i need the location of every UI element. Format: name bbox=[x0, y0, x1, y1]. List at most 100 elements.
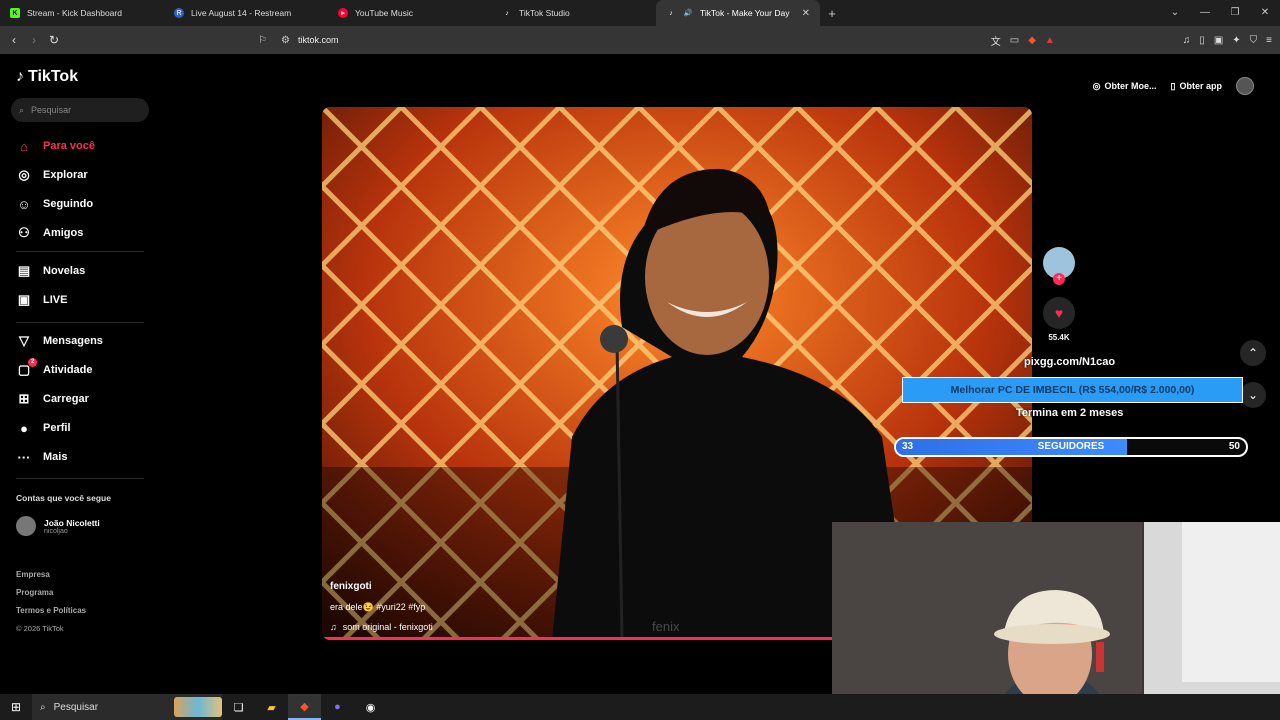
task-view-icon[interactable]: ❏ bbox=[222, 694, 255, 720]
compass-icon: ◎ bbox=[18, 167, 30, 182]
sidebar-item-label: Mensagens bbox=[43, 335, 103, 347]
following-user[interactable]: João Nicoletti nicoljao bbox=[16, 516, 100, 536]
translate-icon[interactable]: 文 bbox=[991, 33, 1001, 48]
footer-link[interactable]: Programa bbox=[16, 584, 86, 602]
video-actions: + ♥ 55.4K bbox=[1043, 247, 1075, 342]
next-video-icon[interactable]: ⌄ bbox=[1240, 382, 1266, 408]
screen-icon[interactable]: ▭ bbox=[1010, 35, 1019, 46]
reload-icon[interactable]: ↻ bbox=[44, 33, 64, 47]
vpn-icon[interactable]: ⛉ bbox=[1250, 35, 1258, 46]
sidebar-icon[interactable]: ▯ bbox=[1199, 35, 1205, 46]
brave-browser-icon[interactable]: ◆ bbox=[288, 694, 321, 720]
search-placeholder: Pesquisar bbox=[31, 105, 72, 115]
taskbar-search[interactable]: ⌕ Pesquisar bbox=[32, 694, 222, 720]
sidebar-item-label: Seguindo bbox=[43, 198, 94, 210]
back-icon[interactable]: ‹ bbox=[4, 33, 24, 47]
new-tab-icon[interactable]: + bbox=[820, 6, 844, 21]
close-window-icon[interactable]: ✕ bbox=[1250, 0, 1280, 26]
minimize-icon[interactable]: — bbox=[1190, 0, 1220, 26]
video-progress-fill bbox=[322, 637, 834, 640]
forward-icon[interactable]: › bbox=[24, 33, 44, 47]
get-coins-label: Obter Moe... bbox=[1104, 81, 1157, 91]
logo-text: TikTok bbox=[28, 68, 79, 85]
windows-taskbar: ⊞ ⌕ Pesquisar ❏ ▰ ◆ ● ◉ bbox=[0, 694, 1280, 720]
phone-icon: ▯ bbox=[1170, 80, 1176, 91]
creator-avatar[interactable]: + bbox=[1043, 247, 1075, 285]
sidebar-item-label: Novelas bbox=[43, 265, 86, 277]
browser-tab[interactable]: R Live August 14 - Restream bbox=[164, 0, 328, 26]
footer-links: Empresa Programa Termos e Políticas © 20… bbox=[16, 566, 86, 638]
video-author[interactable]: fenixgoti bbox=[330, 581, 372, 592]
overlay-follower-target: 50 bbox=[1228, 441, 1240, 452]
search-highlight-image bbox=[174, 697, 222, 717]
copyright: © 2026 TikTok bbox=[16, 624, 64, 633]
chat-app-icon[interactable]: ● bbox=[321, 694, 354, 720]
friends-icon: ⚇ bbox=[18, 225, 30, 240]
search-icon: ⌕ bbox=[19, 104, 25, 115]
browser-toolbar: 文 ▭ ◆ ▲ ♫ ▯ ▣ ✦ ⛉ ≡ bbox=[991, 30, 1272, 50]
sidebar-item-mensagens[interactable]: ▽ Mensagens bbox=[16, 331, 146, 351]
sidebar-item-label: Perfil bbox=[43, 422, 71, 434]
sidebar-item-label: Amigos bbox=[43, 227, 84, 239]
browser-tab-active[interactable]: ♪ 🔊 TikTok - Make Your Day ✕ bbox=[656, 0, 820, 26]
browser-tab[interactable]: K Stream - Kick Dashboard bbox=[0, 0, 164, 26]
leo-icon[interactable]: ✦ bbox=[1232, 35, 1240, 46]
menu-icon[interactable]: ≡ bbox=[1266, 35, 1272, 46]
site-info-icon[interactable]: ⚙ bbox=[281, 35, 290, 46]
speaker-icon[interactable]: 🔊 bbox=[683, 8, 693, 18]
wallet-icon[interactable]: ▣ bbox=[1214, 35, 1223, 46]
obs-icon[interactable]: ◉ bbox=[354, 694, 387, 720]
search-input[interactable]: ⌕ Pesquisar bbox=[11, 98, 149, 122]
video-watermark: fenix bbox=[652, 619, 680, 634]
tiktok-logo[interactable]: ♪ TikTok bbox=[16, 68, 78, 86]
sidebar-item-novelas[interactable]: ▤ Novelas bbox=[16, 261, 146, 281]
sidebar-item-live[interactable]: ▣ LIVE bbox=[16, 290, 146, 310]
screen: K Stream - Kick Dashboard R Live August … bbox=[0, 0, 1280, 720]
home-icon: ⌂ bbox=[20, 138, 28, 154]
profile-avatar[interactable] bbox=[1236, 77, 1254, 95]
sidebar-item-perfil[interactable]: ● Perfil bbox=[16, 418, 146, 438]
url-text: tiktok.com bbox=[297, 35, 339, 45]
get-coins-button[interactable]: ◎ Obter Moe... bbox=[1093, 81, 1157, 92]
tab-title: YouTube Music bbox=[355, 8, 413, 18]
address-bar: ‹ › ↻ ⚐ ⚙ tiktok.com 文 ▭ ◆ ▲ ♫ ▯ ▣ ✦ ⛉ ≡ bbox=[0, 26, 1280, 54]
restore-icon[interactable]: ❐ bbox=[1220, 0, 1250, 26]
close-tab-icon[interactable]: ✕ bbox=[802, 8, 810, 19]
file-explorer-icon[interactable]: ▰ bbox=[255, 694, 288, 720]
windows-start-icon[interactable]: ⊞ bbox=[0, 700, 32, 714]
browser-tab[interactable]: ▸ YouTube Music bbox=[328, 0, 492, 26]
overlay-donation-goal: Melhorar PC DE IMBECIL (R$ 554,00/R$ 2.0… bbox=[902, 377, 1243, 403]
sidebar-item-seguindo[interactable]: ☺ Seguindo bbox=[16, 194, 146, 214]
user-icon: ☺ bbox=[17, 196, 31, 212]
get-app-button[interactable]: ▯ Obter app bbox=[1171, 81, 1222, 92]
following-user-handle: nicoljao bbox=[44, 527, 68, 535]
divider bbox=[16, 478, 144, 479]
upload-icon: ⊞ bbox=[18, 391, 30, 406]
music-icon[interactable]: ♫ bbox=[1183, 35, 1191, 46]
sidebar-item-para-voce[interactable]: ⌂ Para você bbox=[16, 136, 146, 156]
tab-search-icon[interactable]: ⌄ bbox=[1160, 0, 1190, 26]
sidebar-item-mais[interactable]: ··· Mais bbox=[16, 447, 146, 467]
sidebar-item-atividade[interactable]: ▢ 2 Atividade bbox=[16, 358, 146, 380]
sidebar-item-explorar[interactable]: ◎ Explorar bbox=[16, 165, 146, 185]
video-sound[interactable]: ♫ som original - fenixgoti bbox=[330, 622, 433, 632]
like-heart-icon[interactable]: ♥ bbox=[1043, 297, 1075, 329]
footer-link[interactable]: Termos e Políticas bbox=[16, 602, 86, 620]
follow-plus-icon[interactable]: + bbox=[1053, 273, 1065, 285]
avatar bbox=[16, 516, 36, 536]
sidebar-item-label: Explorar bbox=[43, 169, 88, 181]
browser-tab[interactable]: ♪ TikTok Studio bbox=[492, 0, 656, 26]
url-field[interactable]: ⚐ ⚙ tiktok.com bbox=[258, 30, 998, 50]
sidebar-item-amigos[interactable]: ⚇ Amigos bbox=[16, 223, 146, 243]
footer-link[interactable]: Empresa bbox=[16, 566, 86, 584]
rewards-icon[interactable]: ▲ bbox=[1045, 35, 1055, 46]
webcam-overlay bbox=[832, 522, 1280, 720]
overlay-goal-deadline: Termina em 2 meses bbox=[1016, 407, 1124, 419]
like-count: 55.4K bbox=[1048, 333, 1070, 342]
brave-shield-icon[interactable]: ◆ bbox=[1028, 35, 1036, 46]
window-controls: ⌄ — ❐ ✕ bbox=[1160, 0, 1280, 26]
sidebar-item-carregar[interactable]: ⊞ Carregar bbox=[16, 389, 146, 409]
bookmark-icon[interactable]: ⚐ bbox=[258, 35, 267, 46]
tiktok-icon: ♪ bbox=[505, 9, 509, 17]
previous-video-icon[interactable]: ⌃ bbox=[1240, 340, 1266, 366]
